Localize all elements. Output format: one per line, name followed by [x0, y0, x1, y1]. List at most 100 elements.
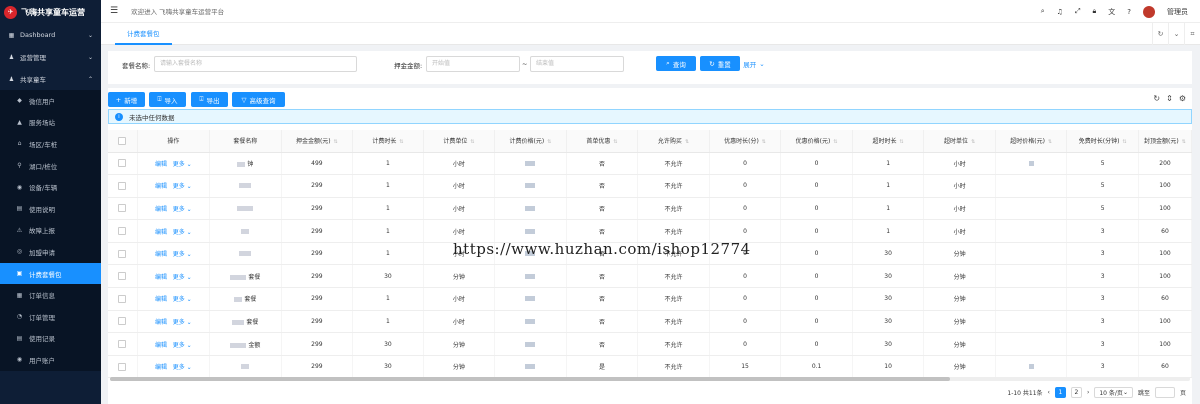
table-row[interactable]: 编辑 更多 ⌄ 钟 499 1 小时否不允许 0 0 1 小时 5 200 [108, 152, 1193, 176]
edit-link[interactable]: 编辑 [155, 296, 167, 303]
page-2-button[interactable]: 2 [1070, 386, 1082, 398]
more-link[interactable]: 更多 ⌄ [173, 342, 192, 349]
column-header[interactable]: 计费单位 ⇅ [423, 130, 496, 153]
page-size-select[interactable]: 10 条/页 ⌄ [1094, 386, 1133, 398]
more-link[interactable]: 更多 ⌄ [173, 183, 192, 190]
column-header[interactable]: 优惠价格(元) ⇅ [780, 130, 853, 153]
sidebar-item-13[interactable]: ◔ 订单管理 [0, 305, 101, 328]
sidebar-item-11[interactable]: ▣ 计费套餐包 [0, 262, 101, 285]
sort-icon[interactable]: ⇅ [685, 139, 689, 145]
sort-icon[interactable]: ⇅ [833, 139, 837, 145]
sidebar-item-5[interactable]: ⌂ 场区/车桩 [0, 133, 101, 155]
column-header[interactable]: 押金金额(元) ⇅ [281, 130, 354, 153]
sort-icon[interactable]: ⇅ [762, 139, 766, 145]
sort-icon[interactable]: ⇅ [613, 139, 617, 145]
row-checkbox[interactable] [118, 249, 127, 258]
row-checkbox[interactable] [118, 159, 127, 168]
column-header[interactable]: 套餐名称 [209, 130, 282, 153]
more-link[interactable]: 更多 ⌄ [173, 274, 192, 281]
next-page-button[interactable]: › [1087, 389, 1089, 396]
sort-icon[interactable]: ⇅ [1182, 139, 1186, 145]
export-button[interactable]: ⍗ 导出 [191, 92, 228, 107]
edit-link[interactable]: 编辑 [155, 251, 167, 258]
table-row[interactable]: 编辑 更多 ⌄ 299 1 小时否不允许 0 0 1 小时 3 60 [108, 219, 1193, 243]
column-header[interactable]: 封顶金额(元) ⇅ [1138, 130, 1193, 153]
sidebar-item-0[interactable]: ▦ Dashboard ⌄ [0, 24, 101, 46]
sort-icon[interactable]: ⇅ [971, 139, 975, 145]
edit-link[interactable]: 编辑 [155, 206, 167, 213]
column-header[interactable]: 免费时长(分钟) ⇅ [1066, 130, 1139, 153]
column-header[interactable]: 计费价格(元) ⇅ [494, 130, 567, 153]
edit-link[interactable]: 编辑 [155, 319, 167, 326]
row-checkbox[interactable] [118, 362, 127, 371]
row-checkbox[interactable] [118, 272, 127, 281]
search-icon[interactable]: ⌕ [1041, 7, 1045, 16]
row-checkbox[interactable] [118, 340, 127, 349]
tab-billing-package[interactable]: 计费套餐包 [115, 23, 172, 45]
import-button[interactable]: ⍐ 导入 [149, 92, 186, 107]
row-checkbox[interactable] [118, 294, 127, 303]
select-all-checkbox[interactable] [118, 136, 127, 145]
table-row[interactable]: 编辑 更多 ⌄ 套餐 299 30 分钟否不允许 0 0 30 分钟 3 100 [108, 264, 1193, 289]
edit-link[interactable]: 编辑 [155, 161, 167, 168]
horizontal-scrollbar[interactable] [110, 377, 1190, 381]
sort-icon[interactable]: ⇅ [547, 139, 551, 145]
gear-icon[interactable]: ⚙ [1179, 94, 1186, 103]
table-row[interactable]: 编辑 更多 ⌄ 套餐 299 1 小时否不允许 0 0 30 分钟 3 60 [108, 287, 1193, 311]
row-checkbox[interactable] [118, 181, 127, 190]
edit-link[interactable]: 编辑 [155, 274, 167, 281]
column-header[interactable]: 超时价格(元) ⇅ [995, 130, 1068, 153]
row-checkbox[interactable] [118, 227, 127, 236]
deposit-start-input[interactable]: 开始值 [426, 56, 520, 72]
sort-icon[interactable]: ⇅ [1048, 139, 1052, 145]
sort-icon[interactable]: ⇅ [399, 139, 403, 145]
column-header[interactable]: 首单优惠 ⇅ [566, 130, 639, 153]
sidebar-item-3[interactable]: ◆ 微信用户 [0, 90, 101, 112]
fullscreen-icon[interactable]: ⤢ [1075, 7, 1081, 16]
refresh-icon[interactable]: ↻ [1152, 23, 1168, 45]
sidebar-item-9[interactable]: ⚠ 故障上报 [0, 219, 101, 242]
refresh-icon[interactable]: ↻ [1153, 94, 1160, 103]
edit-link[interactable]: 编辑 [155, 229, 167, 236]
more-link[interactable]: 更多 ⌄ [173, 251, 192, 258]
table-row[interactable]: 编辑 更多 ⌄ 299 1 小时否不允许 0 0 1 小时 5 100 [108, 174, 1193, 198]
sidebar-item-2[interactable]: ♟ 共享童车 ⌃ [0, 68, 101, 90]
sidebar-item-12[interactable]: ▦ 订单信息 [0, 284, 101, 306]
chevron-down-icon[interactable]: ⌄ [1168, 23, 1184, 45]
goto-page-input[interactable] [1154, 386, 1175, 398]
sidebar-item-6[interactable]: ⚲ 湖口/桩位 [0, 154, 101, 177]
sort-icon[interactable]: ⇅ [470, 139, 474, 145]
scrollbar-thumb[interactable] [110, 377, 950, 381]
more-link[interactable]: 更多 ⌄ [173, 206, 192, 213]
sort-icon[interactable]: ⇅ [900, 139, 904, 145]
sidebar-item-1[interactable]: ♟ 运营管理 ⌄ [0, 46, 101, 68]
more-link[interactable]: 更多 ⌄ [173, 364, 192, 371]
sort-icon[interactable]: ⇅ [1122, 139, 1126, 145]
menu-fold-icon[interactable]: ☰ [110, 6, 118, 16]
avatar[interactable] [1143, 5, 1155, 18]
sidebar-item-10[interactable]: ◎ 加盟申请 [0, 241, 101, 263]
prev-page-button[interactable]: ‹ [1048, 389, 1050, 396]
more-link[interactable]: 更多 ⌄ [173, 296, 192, 303]
column-header[interactable]: 优惠时长(分) ⇅ [709, 130, 782, 153]
table-row[interactable]: 编辑 更多 ⌄ 套餐 299 1 小时否不允许 0 0 30 分钟 3 100 [108, 310, 1193, 334]
more-link[interactable]: 更多 ⌄ [173, 319, 192, 326]
lock-icon[interactable]: 🔒︎ [1093, 7, 1097, 16]
advanced-query-button[interactable]: ▽ 高级查询 [232, 92, 285, 107]
reset-button[interactable]: ↻ 重置 [700, 56, 740, 71]
sidebar-item-7[interactable]: ◉ 设备/车辆 [0, 176, 101, 198]
translate-icon[interactable]: 文 [1108, 7, 1115, 17]
sidebar-item-8[interactable]: ▤ 使用说明 [0, 197, 101, 220]
row-checkbox[interactable] [118, 317, 127, 326]
deposit-end-input[interactable]: 结束值 [530, 56, 624, 72]
column-header[interactable]: 超时单位 ⇅ [923, 130, 996, 153]
more-link[interactable]: 更多 ⌄ [173, 229, 192, 236]
column-header[interactable]: 超时时长 ⇅ [852, 130, 925, 153]
row-checkbox[interactable] [118, 204, 127, 213]
edit-link[interactable]: 编辑 [155, 342, 167, 349]
table-row[interactable]: 编辑 更多 ⌄ 299 1 小时否不允许 0 0 1 小时 5 100 [108, 197, 1193, 221]
column-height-icon[interactable]: ⇕ [1166, 94, 1173, 103]
table-row[interactable]: 编辑 更多 ⌄ 金额 299 30 分钟否不允许 0 0 30 分钟 3 100 [108, 332, 1193, 356]
column-header[interactable]: 操作 [137, 130, 211, 153]
page-1-button[interactable]: 1 [1054, 386, 1066, 398]
